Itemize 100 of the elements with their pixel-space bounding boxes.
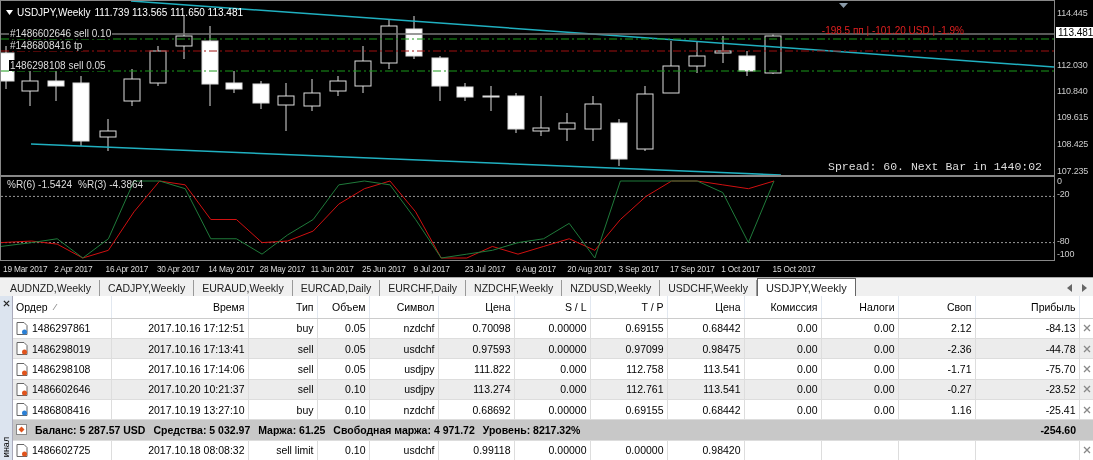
table-cell: 0.10	[345, 403, 366, 416]
chart-tab[interactable]: USDCHF,Weekly	[660, 280, 757, 296]
column-header[interactable]: Объем	[332, 300, 366, 313]
table-cell: 0.00	[797, 363, 818, 375]
order-number: 1486297861	[32, 322, 91, 335]
price-tick: 108.425	[1057, 139, 1089, 149]
column-header[interactable]: Комиссия	[770, 300, 818, 313]
column-header[interactable]: Ордер	[16, 300, 48, 313]
chart-tab[interactable]: EURAUD,Weekly	[194, 280, 293, 296]
table-cell: sell	[297, 342, 314, 355]
profit-label: -198.5 пп | -101.20 USD | -1.9%	[821, 25, 964, 36]
candle	[123, 68, 141, 107]
price-tick: 109.615	[1057, 112, 1089, 122]
table-cell: -2.36	[947, 342, 972, 355]
candle	[72, 75, 90, 147]
column-header[interactable]: Цена	[715, 300, 741, 313]
table-cell: nzdchf	[403, 322, 435, 335]
table-cell: 0.97593	[472, 342, 511, 355]
order-icon	[16, 382, 28, 396]
table-cell: 0.10	[345, 444, 366, 457]
candle	[405, 15, 423, 60]
candle	[610, 118, 628, 167]
table-cell: usdjpy	[404, 383, 435, 396]
account-summary-item: Баланс: 5 287.57 USD	[35, 423, 146, 436]
table-cell: 0.70098	[472, 322, 511, 335]
table-cell: 0.00	[797, 342, 818, 355]
column-header[interactable]: Налоги	[859, 300, 895, 313]
table-cell: buy	[296, 322, 314, 335]
date-label: 17 Sep 2017	[669, 264, 715, 274]
shift-marker-icon	[839, 3, 848, 8]
table-cell: 2017.10.16 17:14:06	[148, 363, 245, 375]
candle	[431, 55, 449, 102]
table-cell: 112.761	[626, 383, 664, 396]
table-cell: 0.00	[797, 322, 818, 335]
scroll-left-icon[interactable]	[1067, 284, 1072, 292]
column-header[interactable]: Символ	[396, 300, 435, 313]
table-cell: 0.00000	[548, 322, 587, 335]
table-cell: 0.97099	[625, 342, 664, 355]
column-header[interactable]: Прибыль	[1031, 300, 1076, 313]
chart-tab[interactable]: NZDCHF,Weekly	[466, 280, 563, 296]
order-label: #1486602646 sell 0.10	[9, 28, 113, 39]
table-cell: usdchf	[403, 444, 435, 457]
table-cell: sell limit	[276, 444, 314, 457]
table-cell: 0.00	[797, 383, 818, 396]
indicator-tick: 0	[1057, 176, 1062, 186]
table-cell: 0.98475	[702, 342, 741, 355]
candle	[329, 75, 347, 97]
column-header[interactable]: Цена	[485, 300, 511, 313]
candle	[303, 78, 321, 112]
sort-icon	[51, 303, 58, 310]
table-cell: 112.758	[626, 363, 664, 375]
table-cell: 113.541	[703, 363, 741, 375]
table-cell: 2017.10.16 17:12:51	[148, 322, 245, 335]
close-icon[interactable]	[2, 300, 10, 307]
chart-tab[interactable]: USDJPY,Weekly	[756, 278, 856, 296]
candle	[252, 80, 270, 110]
date-label: 19 Mar 2017	[3, 264, 48, 274]
candle	[21, 70, 39, 107]
table-cell: -75.70	[1045, 363, 1076, 375]
candle	[558, 112, 576, 142]
column-header[interactable]: T / P	[641, 300, 664, 313]
table-cell: 0.000	[560, 363, 587, 375]
column-header[interactable]: S / L	[564, 300, 587, 313]
scroll-right-icon[interactable]	[1082, 284, 1087, 292]
order-label: #1486808416 tp	[9, 40, 84, 51]
order-icon	[16, 403, 28, 417]
table-cell: 111.822	[474, 363, 511, 375]
table-cell: usdjpy	[404, 363, 435, 375]
candle	[482, 85, 500, 112]
chart-tab[interactable]: CADJPY,Weekly	[99, 280, 195, 296]
candle	[636, 85, 654, 152]
column-header[interactable]: Своп	[946, 300, 972, 313]
table-cell: 0.000	[560, 383, 587, 396]
table-cell: 0.99118	[473, 444, 511, 457]
date-label: 1 Oct 2017	[721, 264, 760, 274]
column-header[interactable]: Тип	[296, 300, 314, 313]
table-cell: -23.52	[1045, 383, 1076, 396]
table-cell: 0.05	[345, 342, 366, 355]
order-number: 1486298019	[32, 342, 91, 355]
dropdown-arrow-icon[interactable]	[6, 10, 13, 15]
table-cell: 0.00000	[625, 444, 664, 457]
spread-info: Spread: 60. Next Bar in 1440:02	[828, 160, 1042, 173]
date-label: 20 Aug 2017	[567, 264, 612, 274]
table-cell: 0.00	[874, 363, 895, 375]
chart-tab[interactable]: NZDUSD,Weekly	[562, 280, 661, 296]
ohlc-values: 111.739 113.565 111.650 113.481	[94, 7, 244, 18]
chart-tab[interactable]: EURCAD,Daily	[292, 280, 381, 296]
chart-tab[interactable]: EURCHF,Daily	[380, 280, 467, 296]
table-cell: 0.98420	[702, 444, 741, 457]
table-cell: 0.69155	[625, 403, 664, 416]
table-cell: 0.05	[345, 322, 366, 335]
table-cell: 0.00	[874, 403, 895, 416]
order-number: 1486602646	[32, 383, 91, 396]
column-header[interactable]: Время	[212, 300, 245, 313]
current-price: 113.481	[1056, 27, 1093, 38]
table-cell: 0.00000	[548, 444, 587, 457]
table-cell: 0.00	[874, 342, 895, 355]
indicator-label: %R(3) -4.3864	[78, 179, 144, 190]
candle	[277, 82, 295, 132]
table-cell: 113.541	[703, 383, 741, 396]
